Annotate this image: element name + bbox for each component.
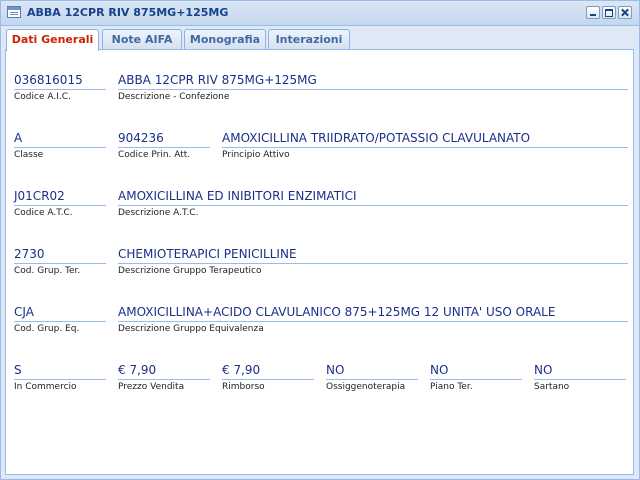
rimborso-value: € 7,90: [222, 363, 261, 377]
ossigenoterapia-underline: [326, 379, 418, 380]
rimborso-underline: [222, 379, 314, 380]
cod-grup-ter-label: Cod. Grup. Ter.: [14, 266, 81, 276]
sartano-underline: [534, 379, 626, 380]
piano-ter-underline: [430, 379, 522, 380]
cod-grup-eq-label: Cod. Grup. Eq.: [14, 324, 80, 334]
principio-attivo-label: Principio Attivo: [222, 150, 290, 160]
classe-value: A: [14, 131, 23, 145]
dati-generali-panel: 036816015 Codice A.I.C. ABBA 12CPR RIV 8…: [5, 49, 634, 475]
tab-strip: Dati Generali Note AIFA Monografia Inter…: [1, 26, 639, 51]
maximize-button[interactable]: [602, 6, 616, 19]
codice-prin-att-underline: [118, 147, 210, 148]
cod-grup-eq-value: CJA: [14, 305, 34, 319]
descrizione-atc-value: AMOXICILLINA ED INIBITORI ENZIMATICI: [118, 189, 357, 203]
codice-aic-underline: [14, 89, 106, 90]
codice-prin-att-value: 904236: [118, 131, 164, 145]
rimborso-label: Rimborso: [222, 382, 265, 392]
minimize-button[interactable]: [586, 6, 600, 19]
descrizione-confezione-value: ABBA 12CPR RIV 875MG+125MG: [118, 73, 317, 87]
prezzo-vendita-underline: [118, 379, 210, 380]
classe-underline: [14, 147, 106, 148]
descrizione-confezione-underline: [118, 89, 628, 90]
cod-grup-ter-underline: [14, 263, 106, 264]
in-commercio-underline: [14, 379, 106, 380]
drug-detail-window: ABBA 12CPR RIV 875MG+125MG Dati Generali…: [0, 0, 640, 480]
codice-aic-label: Codice A.I.C.: [14, 92, 71, 102]
tab-dati-generali[interactable]: Dati Generali: [6, 29, 99, 51]
codice-atc-value: J01CR02: [14, 189, 65, 203]
descrizione-gruppo-equivalenza-underline: [118, 321, 628, 322]
classe-label: Classe: [14, 150, 44, 160]
tab-note-aifa[interactable]: Note AIFA: [102, 29, 182, 50]
ossigenoterapia-label: Ossiggenoterapia: [326, 382, 406, 392]
descrizione-confezione-label: Descrizione - Confezione: [118, 92, 230, 102]
cod-grup-ter-value: 2730: [14, 247, 45, 261]
principio-attivo-underline: [222, 147, 628, 148]
prezzo-vendita-value: € 7,90: [118, 363, 157, 377]
ossigenoterapia-value: NO: [326, 363, 345, 377]
window-title: ABBA 12CPR RIV 875MG+125MG: [27, 6, 229, 19]
in-commercio-label: In Commercio: [14, 382, 77, 392]
piano-ter-value: NO: [430, 363, 449, 377]
prezzo-vendita-label: Prezzo Vendita: [118, 382, 185, 392]
codice-atc-underline: [14, 205, 106, 206]
codice-prin-att-label: Codice Prin. Att.: [118, 150, 191, 160]
piano-ter-label: Piano Ter.: [430, 382, 473, 392]
tab-interazioni[interactable]: Interazioni: [268, 29, 350, 50]
window-icon: [7, 6, 21, 18]
tab-monografia[interactable]: Monografia: [184, 29, 266, 50]
close-button[interactable]: [618, 6, 632, 19]
principio-attivo-value: AMOXICILLINA TRIIDRATO/POTASSIO CLAVULAN…: [222, 131, 531, 145]
descrizione-atc-label: Descrizione A.T.C.: [118, 208, 199, 218]
descrizione-gruppo-terapeutico-value: CHEMIOTERAPICI PENICILLINE: [118, 247, 297, 261]
descrizione-gruppo-terapeutico-label: Descrizione Gruppo Terapeutico: [118, 266, 262, 276]
descrizione-gruppo-equivalenza-value: AMOXICILLINA+ACIDO CLAVULANICO 875+125MG…: [118, 305, 556, 319]
descrizione-atc-underline: [118, 205, 628, 206]
cod-grup-eq-underline: [14, 321, 106, 322]
descrizione-gruppo-terapeutico-underline: [118, 263, 628, 264]
in-commercio-value: S: [14, 363, 22, 377]
codice-aic-value: 036816015: [14, 73, 83, 87]
sartano-value: NO: [534, 363, 553, 377]
sartano-label: Sartano: [534, 382, 570, 392]
window-titlebar[interactable]: ABBA 12CPR RIV 875MG+125MG: [1, 1, 639, 26]
descrizione-gruppo-equivalenza-label: Descrizione Gruppo Equivalenza: [118, 324, 264, 334]
codice-atc-label: Codice A.T.C.: [14, 208, 73, 218]
